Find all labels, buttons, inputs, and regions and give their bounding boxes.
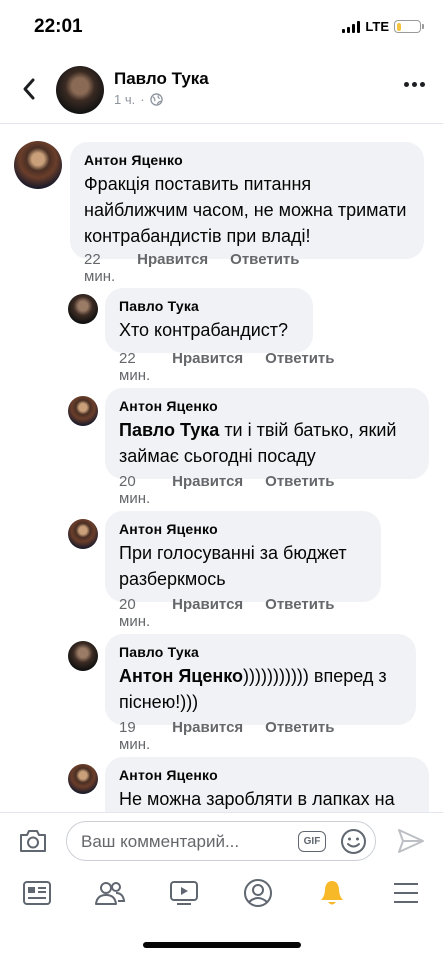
like-button[interactable]: Нравится bbox=[137, 251, 208, 285]
author-avatar[interactable] bbox=[56, 66, 104, 114]
mention-link[interactable]: Антон Яценко bbox=[119, 666, 243, 686]
commenter-avatar[interactable] bbox=[68, 641, 98, 671]
comment-actions: 19 мин. Нравится Ответить bbox=[119, 719, 335, 753]
commenter-avatar[interactable] bbox=[14, 141, 62, 189]
comment-author[interactable]: Антон Яценко bbox=[119, 520, 367, 538]
gif-button[interactable]: GIF bbox=[298, 831, 326, 852]
comment-author[interactable]: Антон Яценко bbox=[84, 151, 410, 169]
meta-separator: · bbox=[140, 92, 145, 107]
comment-input[interactable]: Ваш комментарий... GIF bbox=[66, 821, 376, 861]
commenter-avatar[interactable] bbox=[68, 519, 98, 549]
comment-bubble[interactable]: Антон Яценко Фракція поставить питання н… bbox=[70, 142, 424, 259]
post-time[interactable]: 1 ч. bbox=[114, 92, 135, 107]
comment-text: Антон Яценко))))))))))) вперед з піснею!… bbox=[119, 663, 402, 715]
home-indicator[interactable] bbox=[143, 942, 301, 948]
tab-profile[interactable] bbox=[241, 876, 275, 910]
comment-text: Павло Тука ти і твій батько, який займає… bbox=[119, 417, 415, 469]
comment-actions: 20 мин. Нравится Ответить bbox=[119, 596, 335, 630]
send-icon bbox=[398, 829, 424, 853]
comment-time[interactable]: 22 мин. bbox=[119, 350, 150, 384]
comment-text: Хто контрабандист? bbox=[119, 320, 289, 340]
feed-icon bbox=[23, 881, 51, 905]
reply-button[interactable]: Ответить bbox=[265, 596, 334, 630]
signal-icon bbox=[342, 20, 361, 33]
reply-button[interactable]: Ответить bbox=[265, 473, 334, 507]
like-button[interactable]: Нравится bbox=[172, 350, 243, 384]
network-type: LTE bbox=[365, 19, 389, 34]
more-options-button[interactable] bbox=[404, 82, 425, 87]
commenter-avatar[interactable] bbox=[68, 764, 98, 794]
comment-actions: 20 мин. Нравится Ответить bbox=[119, 473, 335, 507]
commenter-avatar[interactable] bbox=[68, 294, 98, 324]
comment-composer: Ваш комментарий... GIF bbox=[0, 812, 443, 868]
emoji-icon[interactable] bbox=[340, 828, 367, 855]
status-time: 22:01 bbox=[34, 16, 83, 37]
bottom-tab-bar bbox=[0, 868, 443, 920]
comment-input-placeholder: Ваш комментарий... bbox=[81, 832, 240, 851]
reply-button[interactable]: Ответить bbox=[265, 719, 334, 753]
tab-feed[interactable] bbox=[20, 876, 54, 910]
menu-icon bbox=[394, 883, 418, 903]
like-button[interactable]: Нравится bbox=[172, 596, 243, 630]
reply-button[interactable]: Ответить bbox=[265, 350, 334, 384]
comment-author[interactable]: Павло Тука bbox=[119, 643, 402, 661]
camera-icon[interactable] bbox=[18, 827, 48, 855]
battery-icon bbox=[394, 20, 424, 33]
tab-menu[interactable] bbox=[389, 876, 423, 910]
comment-time[interactable]: 20 мин. bbox=[119, 596, 150, 630]
status-indicators: LTE bbox=[342, 19, 424, 34]
comment-text: Фракція поставить питання найближчим час… bbox=[84, 174, 407, 246]
comment-bubble[interactable]: Антон Яценко При голосуванні за бюджет р… bbox=[105, 511, 381, 602]
back-button[interactable] bbox=[14, 74, 44, 104]
comment-time[interactable]: 22 мин. bbox=[84, 251, 115, 285]
like-button[interactable]: Нравится bbox=[172, 719, 243, 753]
comment-author[interactable]: Антон Яценко bbox=[119, 397, 415, 415]
tab-friends[interactable] bbox=[93, 876, 127, 910]
tab-notifications[interactable] bbox=[315, 876, 349, 910]
watch-icon bbox=[170, 881, 198, 905]
comment-author[interactable]: Павло Тука bbox=[119, 297, 299, 315]
friends-icon bbox=[95, 882, 126, 905]
notifications-bell-icon bbox=[321, 881, 343, 905]
comment-bubble[interactable]: Антон Яценко Павло Тука ти і твій батько… bbox=[105, 388, 429, 479]
like-button[interactable]: Нравится bbox=[172, 473, 243, 507]
status-bar: 22:01 LTE bbox=[0, 0, 443, 52]
tab-watch[interactable] bbox=[167, 876, 201, 910]
post-header: Павло Тука 1 ч. · bbox=[0, 56, 443, 124]
comment-text: При голосуванні за бюджет разберкмось bbox=[119, 543, 347, 589]
comment-author[interactable]: Антон Яценко bbox=[119, 766, 415, 784]
comment-actions: 22 мин. Нравится Ответить bbox=[84, 251, 300, 285]
comment-actions: 22 мин. Нравится Ответить bbox=[119, 350, 335, 384]
comment-bubble[interactable]: Павло Тука Антон Яценко))))))))))) впере… bbox=[105, 634, 416, 725]
reply-button[interactable]: Ответить bbox=[230, 251, 299, 285]
commenter-avatar[interactable] bbox=[68, 396, 98, 426]
profile-icon bbox=[244, 879, 272, 907]
author-name[interactable]: Павло Тука bbox=[114, 69, 209, 89]
comment-bubble[interactable]: Павло Тука Хто контрабандист? bbox=[105, 288, 313, 353]
comment-time[interactable]: 19 мин. bbox=[119, 719, 150, 753]
globe-icon bbox=[149, 93, 163, 106]
post-meta: 1 ч. · bbox=[114, 92, 163, 107]
comment-text: Не можна заробляти в лапках на bbox=[119, 789, 395, 809]
chevron-left-icon bbox=[23, 78, 35, 100]
mention-link[interactable]: Павло Тука bbox=[119, 420, 219, 440]
send-button[interactable] bbox=[397, 828, 425, 854]
comment-time[interactable]: 20 мин. bbox=[119, 473, 150, 507]
